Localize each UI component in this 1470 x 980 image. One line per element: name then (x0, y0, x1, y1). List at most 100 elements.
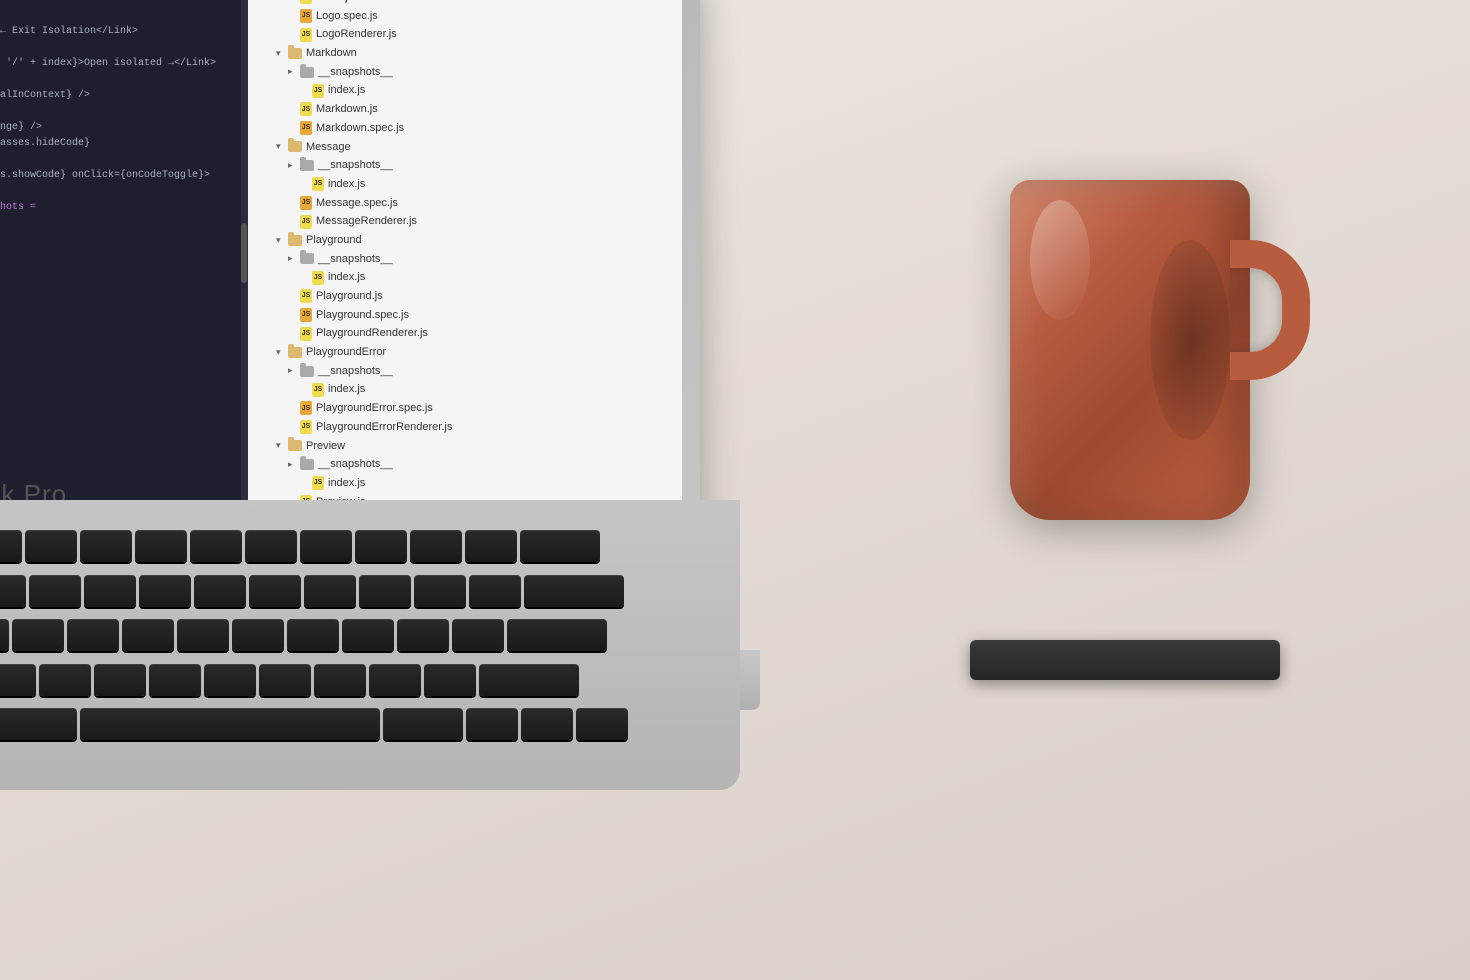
folder-snapshots-message[interactable]: ▸ __snapshots__ (248, 156, 682, 175)
folder-name: __snapshots__ (318, 156, 393, 175)
scrollbar[interactable] (241, 0, 247, 582)
list-item[interactable]: JS Playground.spec.js (248, 306, 682, 325)
key[interactable] (232, 619, 284, 651)
js-file-icon: JS (300, 102, 312, 116)
key[interactable] (359, 575, 411, 607)
key[interactable] (190, 530, 242, 562)
list-item[interactable]: JS Markdown.js (248, 100, 682, 119)
key[interactable] (369, 664, 421, 696)
key[interactable] (25, 530, 77, 562)
key[interactable] (135, 530, 187, 562)
key[interactable] (122, 619, 174, 651)
js-file-icon: JS (312, 84, 324, 98)
folder-message[interactable]: ▾ Message (248, 138, 682, 157)
folder-playground[interactable]: ▾ Playground (248, 231, 682, 250)
key[interactable] (469, 575, 521, 607)
key-delete[interactable] (520, 530, 600, 562)
folder-markdown[interactable]: ▾ Markdown (248, 44, 682, 63)
key[interactable] (149, 664, 201, 696)
code-line: nk); (0, 0, 235, 8)
key[interactable] (304, 575, 356, 607)
key[interactable] (0, 664, 36, 696)
key[interactable] (80, 530, 132, 562)
folder-snapshots-preview[interactable]: ▸ __snapshots__ (248, 455, 682, 474)
list-item[interactable]: JS index.js (248, 380, 682, 399)
list-item[interactable]: JS Playground.js (248, 287, 682, 306)
key[interactable] (245, 530, 297, 562)
code-line (0, 72, 235, 88)
key[interactable] (249, 575, 301, 607)
key-return[interactable] (524, 575, 624, 607)
list-item[interactable]: JS PlaygroundRenderer.js (248, 324, 682, 343)
key[interactable] (452, 619, 504, 651)
key[interactable] (194, 575, 246, 607)
key[interactable] (94, 664, 146, 696)
key-arrow-r[interactable] (576, 708, 628, 740)
list-item[interactable]: JS index.js (248, 175, 682, 194)
list-item[interactable]: JS index.js (248, 0, 682, 7)
key[interactable] (424, 664, 476, 696)
key[interactable] (12, 619, 64, 651)
key-space[interactable] (80, 708, 380, 740)
key-arrow-l[interactable] (521, 708, 573, 740)
spec-file-icon: JS (300, 401, 312, 415)
list-item[interactable]: JS LogoRenderer.js (248, 25, 682, 44)
key[interactable] (204, 664, 256, 696)
chevron-right-icon: ▸ (288, 64, 298, 79)
key-cmd-r[interactable] (383, 708, 463, 740)
key-enter[interactable] (507, 619, 607, 651)
snapshots-folder-icon (300, 459, 314, 470)
file-tree-panel: JS index.js JS Logo.spec.js JS (248, 0, 682, 582)
code-line: lasses.showCode} onClick={onCodeToggle}> (0, 168, 235, 184)
chevron-down-icon: ▾ (276, 345, 286, 360)
key-cmd-l[interactable] (0, 708, 77, 740)
folder-snapshots-playground[interactable]: ▸ __snapshots__ (248, 250, 682, 269)
key[interactable] (287, 619, 339, 651)
key[interactable] (0, 619, 9, 651)
list-item[interactable]: JS Message.spec.js (248, 194, 682, 213)
folder-name: __snapshots__ (318, 250, 393, 269)
cup-shadow (1150, 240, 1230, 440)
file-name: index.js (328, 268, 365, 287)
code-line (0, 152, 235, 168)
coaster (970, 640, 1280, 680)
folder-snapshots-markdown[interactable]: ▸ __snapshots__ (248, 63, 682, 82)
key[interactable] (397, 619, 449, 651)
list-item[interactable]: JS Markdown.spec.js (248, 119, 682, 138)
list-item[interactable]: JS index.js (248, 268, 682, 287)
key[interactable] (342, 619, 394, 651)
list-item[interactable]: JS index.js (248, 81, 682, 100)
key[interactable] (259, 664, 311, 696)
key[interactable] (67, 619, 119, 651)
scrollbar-thumb[interactable] (241, 223, 247, 283)
key[interactable] (355, 530, 407, 562)
key-alt-r[interactable] (466, 708, 518, 740)
key[interactable] (410, 530, 462, 562)
key[interactable] (139, 575, 191, 607)
folder-playground-error[interactable]: ▾ PlaygroundError (248, 343, 682, 362)
cup-body (1010, 180, 1250, 520)
key[interactable] (29, 575, 81, 607)
key[interactable] (465, 530, 517, 562)
key[interactable] (0, 530, 22, 562)
keyboard-keys (0, 530, 700, 750)
list-item[interactable]: JS PlaygroundError.spec.js (248, 399, 682, 418)
key[interactable] (177, 619, 229, 651)
js-file-icon: JS (312, 476, 324, 490)
key[interactable] (414, 575, 466, 607)
snapshots-folder-icon (300, 160, 314, 171)
key[interactable] (84, 575, 136, 607)
key[interactable] (0, 575, 26, 607)
key[interactable] (300, 530, 352, 562)
folder-snapshots-playground-error[interactable]: ▸ __snapshots__ (248, 362, 682, 381)
key-shift-r[interactable] (479, 664, 579, 696)
list-item[interactable]: JS Logo.spec.js (248, 7, 682, 26)
key[interactable] (314, 664, 366, 696)
folder-name: Markdown (306, 44, 357, 63)
chevron-right-icon: ▸ (288, 251, 298, 266)
key[interactable] (39, 664, 91, 696)
list-item[interactable]: JS PlaygroundErrorRenderer.js (248, 418, 682, 437)
folder-preview[interactable]: ▾ Preview (248, 437, 682, 456)
list-item[interactable]: JS index.js (248, 474, 682, 493)
list-item[interactable]: JS MessageRenderer.js (248, 212, 682, 231)
